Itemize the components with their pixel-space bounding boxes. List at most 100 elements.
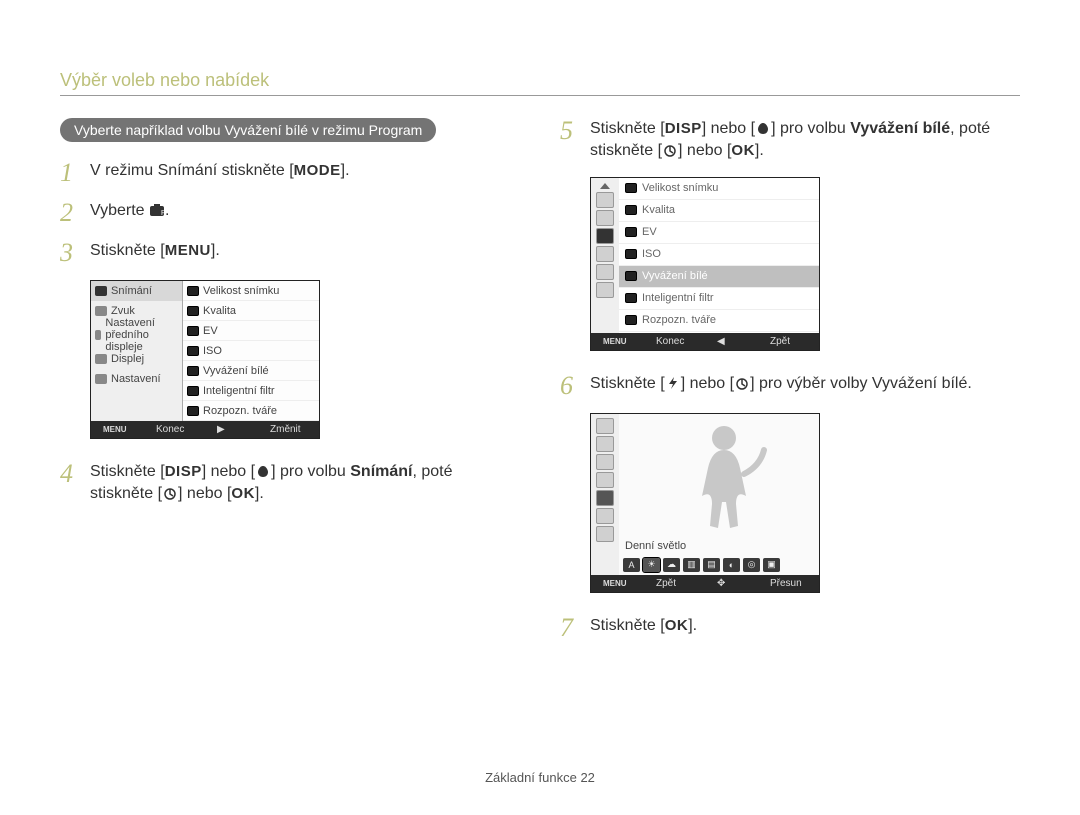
side-slot [596, 454, 614, 470]
left-column: Vyberte například volbu Vyvážení bílé v … [60, 118, 520, 655]
quality-icon [187, 306, 199, 316]
left-arrow-icon: ◀ [711, 336, 760, 347]
menu-right-pane: Velikost snímku Kvalita EV ISO Vyvážení … [183, 281, 319, 421]
filter-icon [625, 293, 637, 303]
side-slot [596, 418, 614, 434]
step-6: 6 Stiskněte [] nebo [] pro výběr volby V… [560, 373, 1020, 399]
menu-screenshot-1: Snímání Zvuk Nastavení předního displeje… [90, 280, 320, 439]
menu-item: Zvuk [111, 305, 135, 317]
bold-term: Snímání [350, 463, 412, 480]
ok-button-label: OK [731, 140, 755, 161]
step-number: 5 [560, 118, 590, 144]
footer-label: Zpět [650, 578, 699, 589]
wb-icon [187, 366, 199, 376]
wb-cloudy-icon: ☁ [663, 558, 680, 572]
disp-button-label: DISP [665, 118, 702, 139]
wb-preview-screenshot: Denní světlo A ☀ ☁ ▥ ▤ ◐ ◎ ▣ [590, 413, 820, 593]
up-triangle-icon [598, 182, 612, 190]
footer-label: Změnit [264, 424, 313, 435]
wb-fluorescent-l-icon: ▤ [703, 558, 720, 572]
side-slot [596, 264, 614, 280]
menu-item: EV [203, 325, 218, 337]
step-number: 7 [560, 615, 590, 641]
camera-icon [95, 286, 107, 296]
menu-item: Vyvážení bílé [642, 270, 708, 282]
page-title: Výběr voleb nebo nabídek [60, 70, 1020, 96]
step-3: 3 Stiskněte [MENU]. [60, 240, 520, 266]
wb-option-row: A ☀ ☁ ▥ ▤ ◐ ◎ ▣ [619, 555, 819, 575]
wb-fluorescent-h-icon: ▥ [683, 558, 700, 572]
filter-icon [187, 386, 199, 396]
step-text: Vyberte [90, 202, 149, 219]
step-1: 1 V režimu Snímání stiskněte [MODE]. [60, 160, 520, 186]
menu-item: Inteligentní filtr [203, 385, 275, 397]
side-slot [596, 472, 614, 488]
side-slot [596, 246, 614, 262]
timer-icon [734, 376, 750, 390]
menu-item: Nastavení [111, 373, 161, 385]
menu-item: Kvalita [642, 204, 675, 216]
menu-item: Vyvážení bílé [203, 365, 269, 377]
ok-button-label: OK [665, 615, 689, 636]
step-text: V režimu Snímání stiskněte [ [90, 162, 294, 179]
flash-icon [665, 376, 681, 390]
size-icon [187, 286, 199, 296]
menu-item: Rozpozn. tváře [642, 314, 716, 326]
menu-left-pane: Snímání Zvuk Nastavení předního displeje… [91, 281, 183, 421]
timer-icon [662, 143, 678, 157]
macro-icon [755, 121, 771, 135]
step-7: 7 Stiskněte [OK]. [560, 615, 1020, 641]
side-slot [596, 490, 614, 506]
camera-icon [596, 228, 614, 244]
right-column: 5 Stiskněte [DISP] nebo [] pro volbu Vyv… [560, 118, 1020, 655]
right-arrow-icon: ▶ [211, 424, 260, 435]
instruction-pill: Vyberte například volbu Vyvážení bílé v … [60, 118, 436, 142]
menu-item: Displej [111, 353, 144, 365]
side-slot [596, 508, 614, 524]
menu-item: ISO [642, 248, 661, 260]
face-icon [625, 315, 637, 325]
wb-measure-icon: ▣ [763, 558, 780, 572]
menu-icon: MENU [97, 425, 146, 434]
menu-item: Kvalita [203, 305, 236, 317]
wb-icon [625, 271, 637, 281]
page-footer: Základní funkce 22 [0, 770, 1080, 785]
menu-item: Inteligentní filtr [642, 292, 714, 304]
iso-icon [187, 346, 199, 356]
side-slot [596, 526, 614, 542]
ok-button-label: OK [231, 483, 255, 504]
side-slot [596, 282, 614, 298]
menu-item: Velikost snímku [203, 285, 279, 297]
footer-label: Konec [150, 424, 199, 435]
step-5: 5 Stiskněte [DISP] nebo [] pro volbu Vyv… [560, 118, 1020, 163]
footer-label: Přesun [764, 578, 813, 589]
person-silhouette-icon [664, 420, 784, 530]
menu-item: Velikost snímku [642, 182, 718, 194]
step-number: 4 [60, 461, 90, 487]
menu-item: ISO [203, 345, 222, 357]
menu-icon: MENU [597, 337, 646, 346]
front-display-icon [95, 330, 101, 340]
settings-icon [95, 374, 107, 384]
move-icon: ✥ [711, 578, 760, 589]
menu-item: Nastavení předního displeje [105, 317, 178, 353]
side-slot [596, 436, 614, 452]
ev-icon [625, 227, 637, 237]
sound-icon [95, 306, 107, 316]
wb-daylight-icon: ☀ [643, 558, 660, 572]
display-icon [95, 354, 107, 364]
menu-item: EV [642, 226, 657, 238]
iso-icon [625, 249, 637, 259]
quality-icon [625, 205, 637, 215]
bold-term: Vyvážení bílé [850, 120, 950, 137]
wb-custom-icon: ◎ [743, 558, 760, 572]
step-number: 2 [60, 200, 90, 226]
menu-button-label: MENU [165, 240, 211, 261]
disp-button-label: DISP [165, 461, 202, 482]
wb-tungsten-icon: ◐ [723, 558, 740, 572]
step-number: 3 [60, 240, 90, 266]
size-icon [625, 183, 637, 193]
ev-icon [187, 326, 199, 336]
step-number: 1 [60, 160, 90, 186]
camera-p-icon: P [149, 203, 165, 217]
